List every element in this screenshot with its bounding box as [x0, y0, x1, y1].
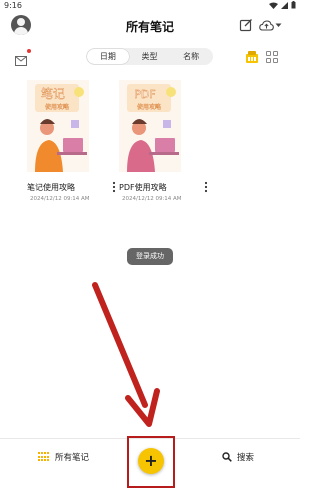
apps-grid-icon — [38, 452, 50, 462]
note-title: PDF使用攻略 — [119, 183, 167, 192]
cover-subtitle: 使用攻略 — [45, 103, 69, 111]
message-button[interactable] — [15, 49, 31, 66]
sort-tab-name[interactable]: 名称 — [170, 49, 212, 64]
nav-tab-all-notes[interactable]: 所有笔记 — [38, 451, 89, 463]
search-icon — [222, 452, 232, 462]
note-date: 2024/12/12 09:14 AM — [30, 196, 90, 202]
more-options-icon[interactable] — [111, 181, 117, 193]
toast-message: 登录成功 — [127, 248, 173, 265]
cover-title: 笔记 — [41, 86, 65, 101]
edit-icon[interactable] — [239, 18, 253, 32]
toolbar: 日期 类型 名称 — [0, 46, 300, 68]
signal-icon — [281, 1, 288, 9]
cover-subtitle: 使用攻略 — [137, 103, 161, 111]
note-date: 2024/12/12 09:14 AM — [122, 196, 182, 202]
cloud-sync-button[interactable] — [259, 18, 285, 32]
system-icons — [269, 1, 296, 9]
nav-tab-search[interactable]: 搜索 — [222, 451, 254, 463]
notification-dot — [27, 49, 31, 53]
note-card[interactable]: PDF 使用攻略 PDF使用攻略 2024/12/12 09:14 AM — [119, 80, 208, 202]
status-time: 9:16 — [4, 1, 22, 10]
cloud-upload-icon — [259, 19, 274, 31]
add-note-button[interactable]: + — [138, 448, 164, 474]
gesture-bar — [0, 489, 300, 500]
note-title: 笔记使用攻略 — [27, 183, 75, 192]
status-bar: 9:16 — [0, 0, 300, 12]
mail-icon — [15, 56, 27, 66]
sort-tab-type[interactable]: 类型 — [129, 49, 171, 64]
more-options-icon[interactable] — [203, 181, 209, 193]
chevron-down-icon — [275, 23, 282, 27]
cover-title: PDF — [134, 88, 155, 101]
note-cover-image: 笔记 使用攻略 — [27, 80, 89, 172]
grid-view-icon[interactable] — [266, 51, 278, 63]
note-card[interactable]: 笔记 使用攻略 笔记使用攻略 2024/12/12 09:14 AM — [27, 80, 116, 202]
wifi-icon — [269, 2, 278, 9]
battery-icon — [291, 1, 296, 9]
note-title-row: PDF使用攻略 — [119, 181, 209, 193]
sort-segmented-control: 日期 类型 名称 — [86, 48, 213, 65]
plus-icon: + — [144, 451, 158, 470]
bookshelf-view-icon[interactable] — [245, 50, 259, 64]
nav-tab-label: 搜索 — [237, 453, 255, 463]
note-cover-image: PDF 使用攻略 — [119, 80, 181, 172]
page-title: 所有笔记 — [125, 20, 174, 34]
note-title-row: 笔记使用攻略 — [27, 181, 117, 193]
app-bar: 所有笔记 — [0, 12, 300, 40]
sort-tab-date[interactable]: 日期 — [87, 49, 129, 64]
nav-tab-label: 所有笔记 — [55, 453, 90, 463]
